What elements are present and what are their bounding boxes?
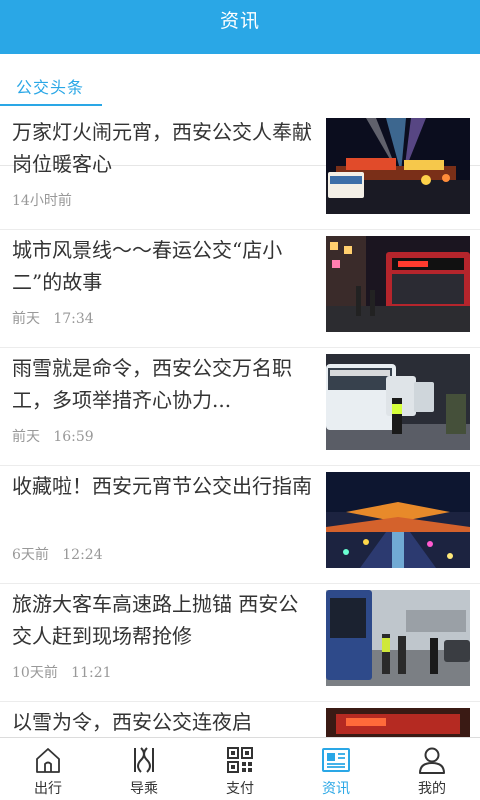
news-item[interactable]: 雨雪就是命令，西安公交万名职工，多项举措齐心协力... 前天 16:59 [0,348,480,466]
news-item[interactable]: 城市风景线～～春运公交“店小二”的故事 前天 17:34 [0,230,480,348]
nav-label: 出行 [34,781,62,797]
news-item[interactable]: 万家灯火闹元宵，西安公交人奉献岗位暖客心 14小时前 [0,112,480,230]
bottom-nav: 出行 导乘 支付 资讯 我的 [0,737,480,800]
nav-item-news[interactable]: 资讯 [288,738,384,800]
news-title: 收藏啦！西安元宵节公交出行指南 [12,474,312,498]
user-icon [419,747,445,774]
news-title: 旅游大客车高速路上抛锚 西安公交人赶到现场帮抢修 [12,592,299,648]
nav-label: 导乘 [130,781,158,797]
news-time: 10天前 11:21 [12,665,112,681]
nav-item-guide[interactable]: 导乘 [96,738,192,800]
news-time: 6天前 12:24 [12,547,103,563]
qr-code-icon [227,747,253,773]
news-list[interactable]: 万家灯火闹元宵，西安公交人奉献岗位暖客心 14小时前 城市风景线～～春运公交“店… [0,112,480,737]
nav-label: 支付 [226,781,254,797]
tab-active-indicator [0,104,102,106]
news-item[interactable]: 以雪为令，西安公交连夜启 [0,702,480,737]
tab-bus-headlines[interactable]: 公交头条 [0,74,102,106]
nav-item-pay[interactable]: 支付 [192,738,288,800]
news-thumbnail [326,708,470,737]
news-time: 14小时前 [12,193,72,209]
news-title: 城市风景线～～春运公交“店小二”的故事 [12,238,283,294]
nav-item-travel[interactable]: 出行 [0,738,96,800]
nav-label: 资讯 [322,781,350,797]
page-title: 资讯 [219,10,260,32]
news-item[interactable]: 旅游大客车高速路上抛锚 西安公交人赶到现场帮抢修 10天前 11:21 [0,584,480,702]
news-time: 前天 16:59 [12,429,94,445]
app-header: 资讯 [0,0,480,54]
news-thumbnail [326,118,470,214]
news-title: 以雪为令，西安公交连夜启 [12,710,252,734]
news-thumbnail [326,236,470,332]
news-title: 万家灯火闹元宵，西安公交人奉献岗位暖客心 [12,120,312,176]
tab-label: 公交头条 [16,78,85,97]
news-thumbnail [326,354,470,450]
news-item[interactable]: 收藏啦！西安元宵节公交出行指南 6天前 12:24 [0,466,480,584]
news-thumbnail [326,472,470,568]
news-thumbnail [326,590,470,686]
home-icon [36,748,60,773]
news-icon [322,748,350,772]
nav-label: 我的 [418,781,446,797]
news-time: 前天 17:34 [12,311,94,327]
route-icon [134,747,154,773]
news-title: 雨雪就是命令，西安公交万名职工，多项举措齐心协力... [12,356,292,412]
nav-item-mine[interactable]: 我的 [384,738,480,800]
category-tabs: 公交头条 [0,54,480,166]
